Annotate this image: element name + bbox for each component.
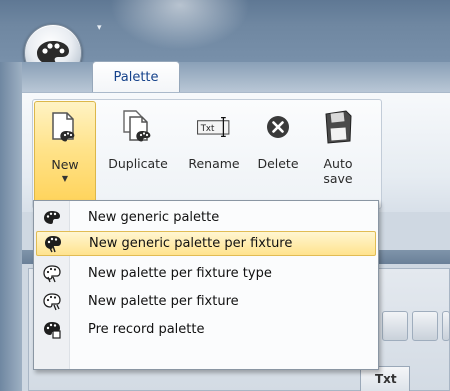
pre-record-palette-icon xyxy=(36,317,68,342)
tab-palette[interactable]: Palette xyxy=(92,61,180,93)
new-palette-icon xyxy=(47,110,83,146)
menu-item-new-palette-per-fixture[interactable]: New palette per fixture xyxy=(36,289,376,314)
menu-item-label: New palette per fixture type xyxy=(88,266,272,281)
palette-fixture-icon xyxy=(37,231,69,256)
menu-item-new-generic-palette-per-fixture[interactable]: New generic palette per fixture xyxy=(36,231,376,256)
palette-fixture-type-icon xyxy=(36,261,68,286)
new-dropdown-menu: New generic palette New generic palette … xyxy=(33,200,379,370)
duplicate-button[interactable]: Duplicate xyxy=(99,101,177,201)
menu-item-new-generic-palette[interactable]: New generic palette xyxy=(36,205,376,230)
rename-txt-icon: Txt xyxy=(196,109,232,145)
menu-item-label: New palette per fixture xyxy=(88,294,239,309)
rename-icon-text: Txt xyxy=(200,124,215,134)
rename-button-label: Rename xyxy=(188,156,240,171)
delete-x-icon xyxy=(260,109,296,145)
new-button[interactable]: New ▼ xyxy=(34,101,96,205)
menu-item-label: New generic palette xyxy=(88,210,220,225)
menu-item-label: New generic palette per fixture xyxy=(89,236,293,251)
auto-save-button[interactable]: Auto save xyxy=(310,101,366,201)
toolbar-icon-button[interactable] xyxy=(412,311,438,341)
auto-save-label-line2: save xyxy=(323,171,353,186)
menu-item-pre-record-palette[interactable]: Pre record palette xyxy=(36,317,376,342)
toolbar-icon-button[interactable] xyxy=(442,311,450,341)
title-bar-glow xyxy=(110,0,250,50)
ribbon-tab-strip xyxy=(22,62,450,92)
auto-save-label-line1: Auto xyxy=(323,156,353,171)
duplicate-button-label: Duplicate xyxy=(108,156,168,171)
quick-access-dropdown-icon[interactable]: ▾ xyxy=(97,24,102,33)
window-edge xyxy=(0,62,22,391)
chevron-down-icon: ▼ xyxy=(61,174,69,183)
menu-item-new-palette-per-fixture-type[interactable]: New palette per fixture type xyxy=(36,261,376,286)
generic-palette-icon xyxy=(36,205,68,230)
rename-button[interactable]: Txt Rename xyxy=(178,101,250,201)
delete-button[interactable]: Delete xyxy=(250,101,306,201)
new-button-label: New xyxy=(51,157,79,172)
toolbar-icon-button[interactable] xyxy=(382,311,408,341)
palette-per-fixture-icon xyxy=(36,289,68,314)
menu-item-label: Pre record palette xyxy=(88,322,205,337)
duplicate-palette-icon xyxy=(120,109,156,145)
delete-button-label: Delete xyxy=(257,156,299,171)
floppy-disk-icon xyxy=(320,109,356,145)
